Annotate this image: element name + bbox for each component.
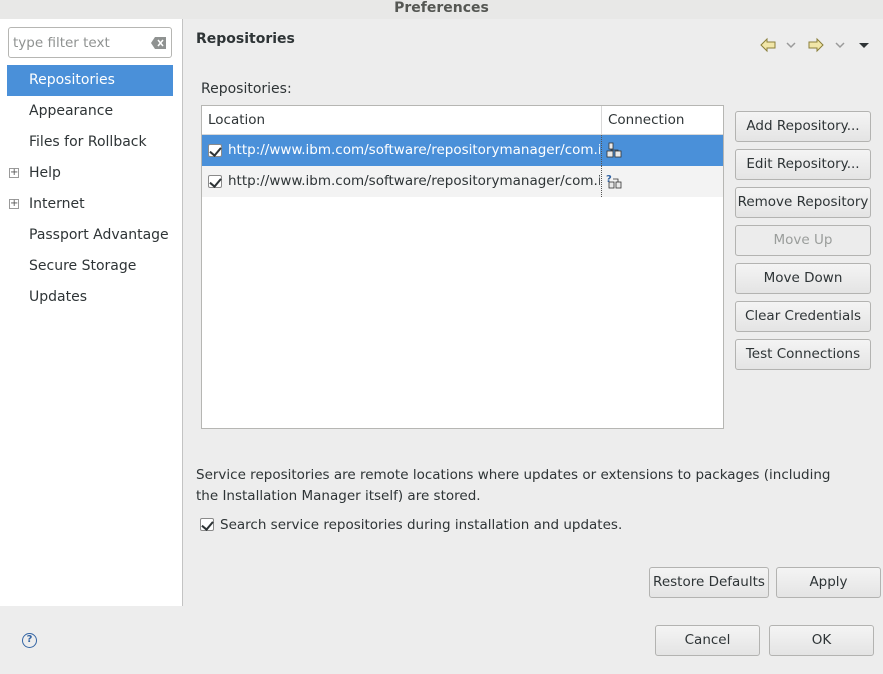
repositories-table[interactable]: Location Connection http://www.ibm.com/s… — [201, 105, 724, 429]
view-menu-icon[interactable] — [858, 37, 870, 53]
apply-button[interactable]: Apply — [776, 567, 881, 598]
forward-arrow-icon[interactable] — [808, 37, 824, 53]
sidebar-item-label: Passport Advantage — [29, 227, 169, 243]
help-icon[interactable]: ? — [22, 633, 37, 648]
edit-repository-button[interactable]: Edit Repository... — [735, 149, 871, 180]
preferences-sidebar: Repositories Appearance Files for Rollba… — [0, 19, 183, 606]
cancel-button[interactable]: Cancel — [655, 625, 760, 656]
clear-filter-icon[interactable] — [151, 37, 167, 49]
sidebar-item-label: Appearance — [29, 103, 114, 119]
sidebar-item-internet[interactable]: + Internet — [7, 189, 173, 220]
unknown-connection-icon: ? — [606, 174, 622, 189]
filter-input[interactable] — [13, 33, 149, 53]
back-arrow-icon[interactable] — [760, 37, 776, 53]
filter-field[interactable] — [8, 27, 172, 58]
remove-repository-button[interactable]: Remove Repository — [735, 187, 871, 218]
sidebar-item-appearance[interactable]: Appearance — [7, 96, 173, 127]
enabled-checkbox[interactable] — [208, 144, 222, 157]
move-up-button[interactable]: Move Up — [735, 225, 871, 256]
table-row[interactable]: http://www.ibm.com/software/repositoryma… — [202, 166, 723, 197]
search-service-label[interactable]: Search service repositories during insta… — [220, 516, 622, 534]
expand-icon[interactable]: + — [9, 168, 19, 178]
column-header-connection[interactable]: Connection — [602, 106, 723, 135]
sidebar-item-repositories[interactable]: Repositories — [7, 65, 173, 96]
column-divider — [601, 166, 602, 197]
connected-icon — [606, 142, 622, 158]
repository-location: http://www.ibm.com/software/repositoryma… — [228, 173, 600, 189]
enabled-checkbox[interactable] — [208, 175, 222, 188]
preference-page: Repositories Repositories: Location Conn… — [184, 19, 883, 606]
clear-credentials-button[interactable]: Clear Credentials — [735, 301, 871, 332]
sidebar-item-label: Files for Rollback — [29, 134, 147, 150]
sidebar-item-updates[interactable]: Updates — [7, 282, 173, 313]
search-service-checkbox[interactable] — [200, 518, 214, 531]
sidebar-item-help[interactable]: + Help — [7, 158, 173, 189]
table-row[interactable]: http://www.ibm.com/software/repositoryma… — [202, 135, 723, 166]
window-title: Preferences — [0, 0, 883, 19]
back-dropdown-icon[interactable] — [786, 37, 796, 53]
sidebar-item-label: Help — [29, 165, 61, 181]
sidebar-item-passport-advantage[interactable]: Passport Advantage — [7, 220, 173, 251]
sidebar-item-label: Updates — [29, 289, 87, 305]
forward-dropdown-icon[interactable] — [835, 37, 845, 53]
sidebar-item-files-for-rollback[interactable]: Files for Rollback — [7, 127, 173, 158]
move-down-button[interactable]: Move Down — [735, 263, 871, 294]
column-header-location[interactable]: Location — [202, 106, 602, 135]
sidebar-item-label: Internet — [29, 196, 85, 212]
add-repository-button[interactable]: Add Repository... — [735, 111, 871, 142]
test-connections-button[interactable]: Test Connections — [735, 339, 871, 370]
service-repositories-description: Service repositories are remote location… — [196, 467, 831, 504]
sidebar-item-label: Secure Storage — [29, 258, 137, 274]
repositories-label: Repositories: — [201, 81, 292, 97]
expand-icon[interactable]: + — [9, 199, 19, 209]
dialog-button-bar: ? Cancel OK — [0, 606, 883, 674]
ok-button[interactable]: OK — [769, 625, 874, 656]
restore-defaults-button[interactable]: Restore Defaults — [649, 567, 769, 598]
sidebar-item-secure-storage[interactable]: Secure Storage — [7, 251, 173, 282]
sidebar-item-label: Repositories — [29, 72, 115, 88]
column-divider — [601, 135, 602, 166]
repository-location: http://www.ibm.com/software/repositoryma… — [228, 142, 600, 158]
page-title: Repositories — [196, 31, 295, 47]
